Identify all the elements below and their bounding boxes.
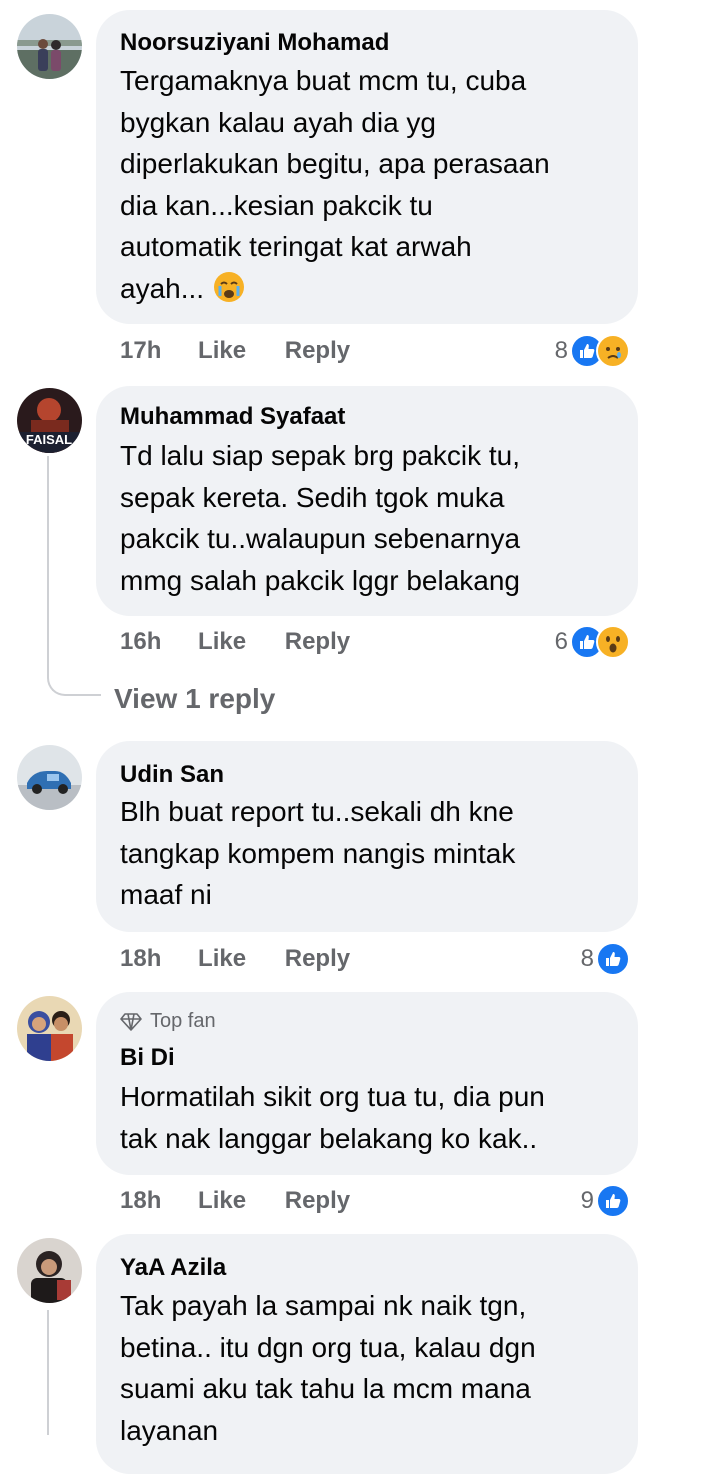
reply-button[interactable]: Reply (285, 1187, 350, 1215)
reply-thread-line (47, 456, 49, 672)
like-reaction-icon (596, 942, 630, 976)
comment-bubble: YaA Azila Tak payah la sampai nk naik tg… (96, 1234, 638, 1474)
comment-bubble: Top fan Bi Di Hormatilah sikit org tua t… (96, 992, 638, 1175)
view-replies-link[interactable]: View 1 reply (114, 683, 275, 715)
avatar-photo-icon (17, 996, 82, 1061)
reply-button[interactable]: Reply (285, 337, 350, 365)
comment-author[interactable]: YaA Azila (120, 1254, 226, 1282)
diamond-icon (120, 1012, 142, 1031)
comment-bubble: Udin San Blh buat report tu..sekali dh k… (96, 741, 638, 932)
comment-author[interactable]: Bi Di (120, 1044, 175, 1072)
reaction-summary[interactable]: 8 (555, 334, 630, 368)
comment-bubble: Noorsuziyani Mohamad Tergamaknya buat mc… (96, 10, 638, 324)
avatar[interactable] (17, 1238, 82, 1303)
wow-reaction-icon (596, 625, 630, 659)
top-fan-label: Top fan (150, 1010, 216, 1032)
comment-bubble: Muhammad Syafaat Td lalu siap sepak brg … (96, 386, 638, 616)
reply-thread-line (47, 1310, 49, 1435)
comment-text: Tergamaknya buat mcm tu, cuba bygkan kal… (120, 60, 618, 309)
comment-author[interactable]: Noorsuziyani Mohamad (120, 29, 389, 57)
top-fan-badge: Top fan (120, 1010, 216, 1033)
reply-thread-curve (47, 672, 101, 696)
comment-timestamp[interactable]: 18h (120, 1187, 161, 1215)
avatar-photo-icon (17, 1238, 82, 1303)
reaction-summary[interactable]: 8 (581, 942, 630, 976)
avatar-photo-icon (17, 745, 82, 810)
comment-actions: 18h Like Reply (120, 945, 350, 973)
like-reaction-icon (596, 1184, 630, 1218)
sad-reaction-icon (596, 334, 630, 368)
reply-button[interactable]: Reply (285, 628, 350, 656)
reaction-count: 9 (580, 1187, 594, 1214)
crying-face-icon (213, 271, 244, 302)
comment-actions: 16h Like Reply (120, 628, 350, 656)
comment-timestamp[interactable]: 18h (120, 945, 161, 973)
avatar[interactable]: FAISAL (17, 388, 82, 453)
comment-actions: 18h Like Reply (120, 1187, 350, 1215)
avatar[interactable] (17, 996, 82, 1061)
comment-author[interactable]: Udin San (120, 761, 224, 789)
avatar[interactable] (17, 745, 82, 810)
avatar-photo-icon: FAISAL (17, 388, 82, 453)
like-button[interactable]: Like (198, 337, 246, 365)
reaction-summary[interactable]: 9 (581, 1184, 630, 1218)
comment-text: Blh buat report tu..sekali dh kne tangka… (120, 796, 516, 910)
like-button[interactable]: Like (198, 945, 246, 973)
reaction-count: 6 (554, 628, 568, 655)
comment-text: Tak payah la sampai nk naik tgn, betina.… (120, 1290, 536, 1446)
avatar-photo-icon (17, 14, 82, 79)
comment-timestamp[interactable]: 16h (120, 628, 161, 656)
comment-text: Td lalu siap sepak brg pakcik tu, sepak … (120, 440, 521, 596)
comment-actions: 17h Like Reply (120, 337, 350, 365)
comment-author[interactable]: Muhammad Syafaat (120, 403, 345, 431)
reaction-count: 8 (554, 337, 568, 364)
avatar-label: FAISAL (26, 432, 72, 447)
like-button[interactable]: Like (198, 628, 246, 656)
avatar[interactable] (17, 14, 82, 79)
comment-timestamp[interactable]: 17h (120, 337, 161, 365)
reaction-summary[interactable]: 6 (555, 625, 630, 659)
comment-text: Hormatilah sikit org tua tu, dia pun tak… (120, 1081, 545, 1154)
like-button[interactable]: Like (198, 1187, 246, 1215)
comment-text-body: Tergamaknya buat mcm tu, cuba bygkan kal… (120, 65, 550, 304)
reply-button[interactable]: Reply (285, 945, 350, 973)
reaction-count: 8 (580, 945, 594, 972)
